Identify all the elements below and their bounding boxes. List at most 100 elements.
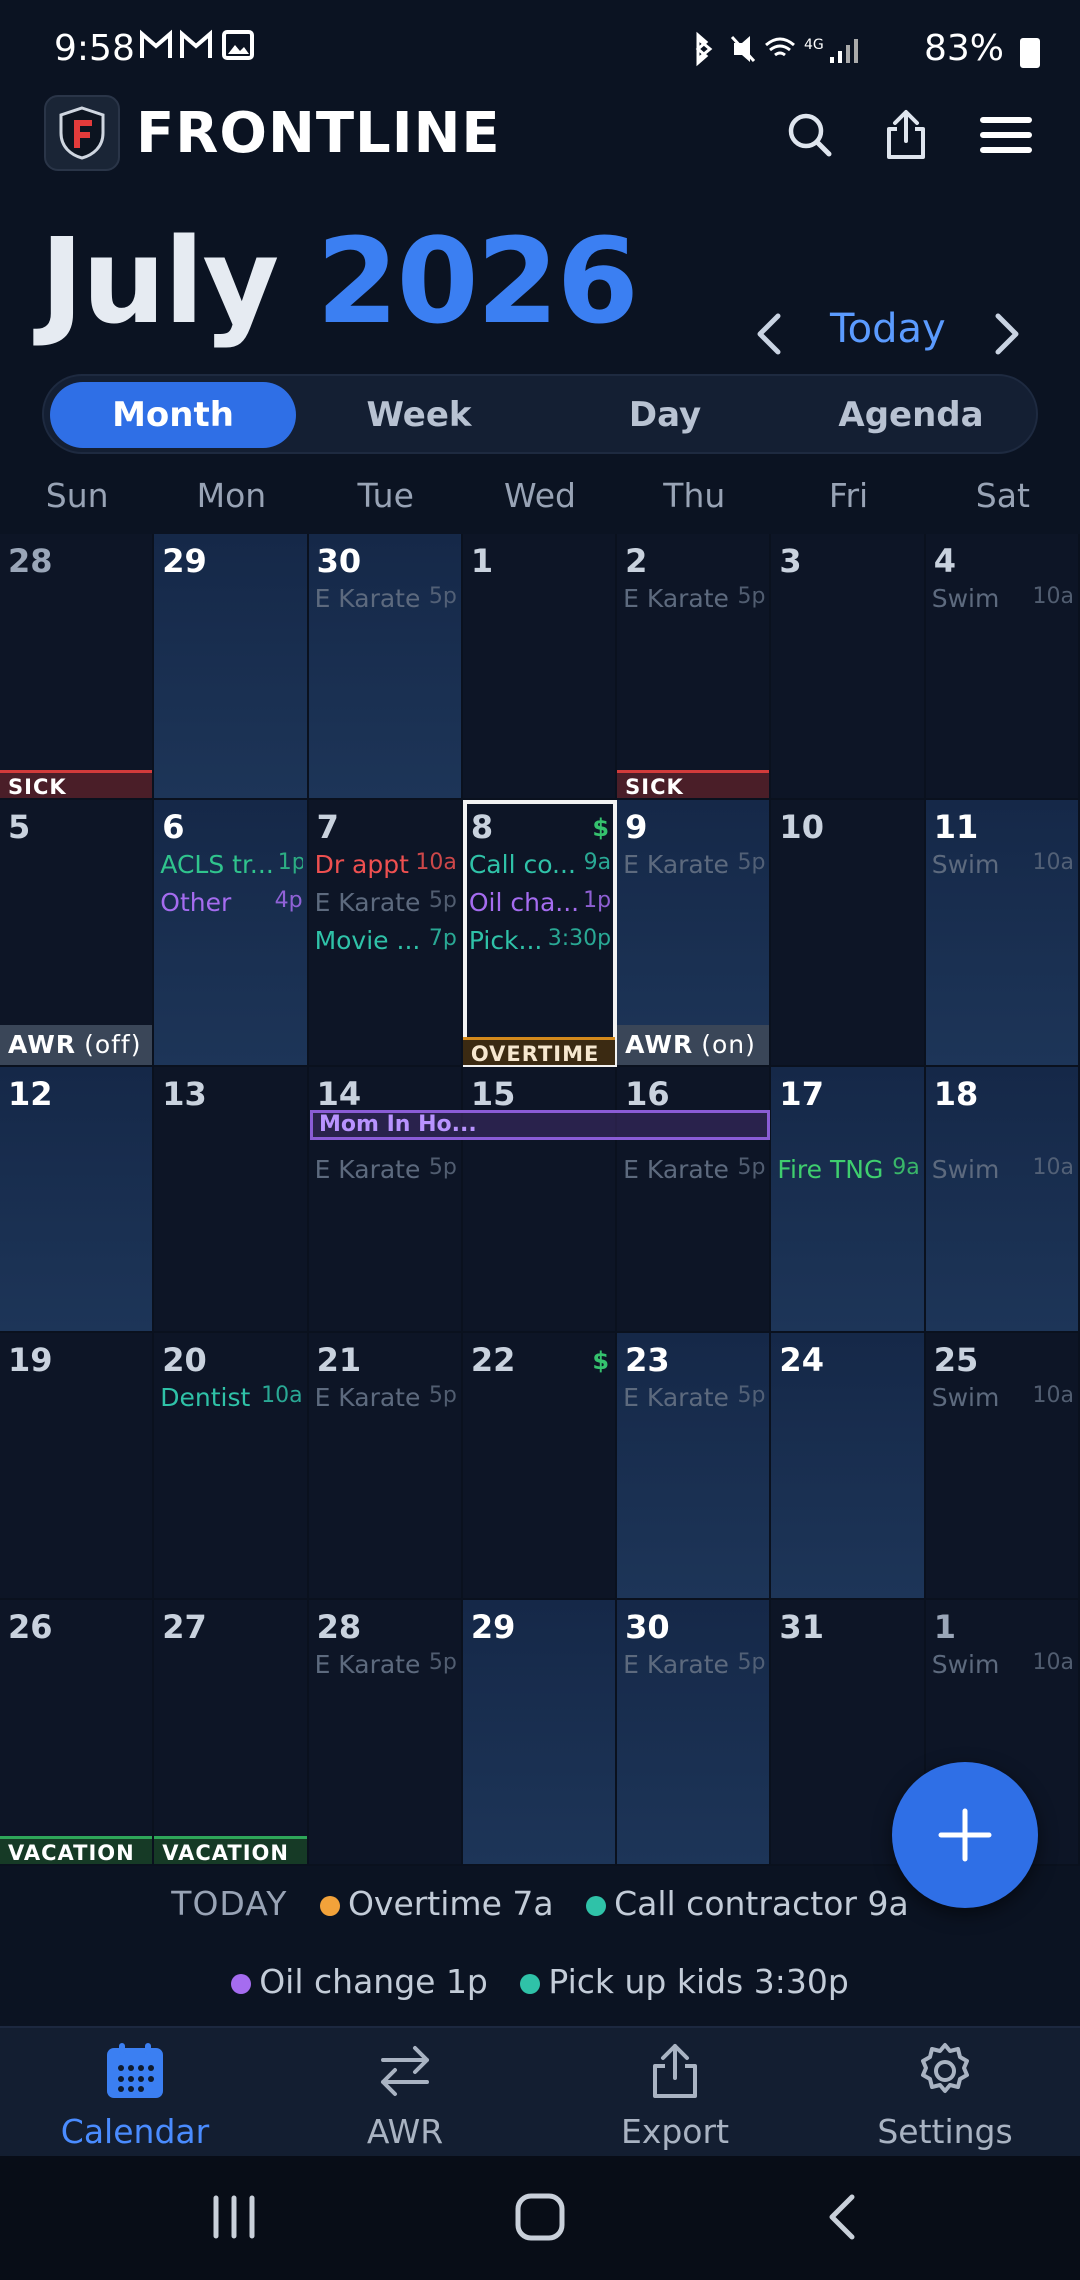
status-bar: 9:58 4G 83% — [0, 0, 1080, 100]
day-cell[interactable]: 27 VACATION — [154, 1599, 309, 1866]
day-cell[interactable]: 30 E Karate 5p — [617, 1599, 772, 1866]
calendar-event[interactable]: Dentist 10a — [160, 1383, 302, 1415]
day-cell[interactable]: 25 Swim 10a — [925, 1333, 1080, 1600]
previous-month-button[interactable] — [744, 306, 794, 362]
tab-week[interactable]: Week — [296, 382, 542, 448]
day-cell[interactable]: 8 $ Call co... 9a Oil cha... 1p Pick... 3:30p OV… — [462, 800, 618, 1067]
day-cell[interactable]: 18 Swim 10a — [925, 1066, 1080, 1334]
day-cell[interactable]: 15 — [462, 1066, 618, 1334]
day-cell[interactable]: 23 E Karate 5p — [617, 1333, 772, 1600]
sick-band[interactable]: SICK — [617, 770, 770, 799]
next-month-button[interactable] — [982, 306, 1032, 362]
calendar-event[interactable]: E Karate 5p — [623, 850, 765, 882]
day-cell[interactable]: 26 VACATION — [0, 1599, 155, 1866]
vac-band[interactable]: VACATION — [0, 1835, 153, 1864]
calendar-event[interactable]: E Karate 5p — [623, 1155, 765, 1187]
day-cell[interactable]: 22 $ — [462, 1333, 618, 1600]
calendar-event[interactable]: Swim 10a — [932, 1650, 1074, 1682]
calendar-event[interactable]: Swim 10a — [932, 1155, 1074, 1187]
home-button[interactable] — [512, 2190, 568, 2248]
nav-settings[interactable]: Settings — [810, 2042, 1080, 2151]
notification-icons — [140, 28, 258, 71]
event-time: 10a — [261, 1383, 303, 1409]
weekday-label: Thu — [663, 476, 726, 515]
day-cell[interactable]: 9E Karate 5p AWR (on) — [617, 800, 772, 1067]
calendar-event[interactable]: E Karate 5p — [315, 1155, 457, 1187]
day-number: 29 — [470, 1607, 516, 1646]
day-number: 1 — [470, 542, 494, 580]
calendar-event[interactable]: E Karate 5p — [315, 1383, 457, 1415]
calendar-event[interactable]: E Karate 5p — [623, 584, 765, 616]
summary-item[interactable]: Oil change 1p — [259, 1962, 488, 2001]
band-label: VACATION — [162, 1840, 289, 1865]
day-cell[interactable]: 11 Swim 10a — [925, 800, 1080, 1067]
day-cell[interactable]: 3 — [771, 534, 926, 801]
calendar-event[interactable]: Call co... 9a — [469, 850, 611, 882]
awr-band[interactable]: AWR (on) — [617, 1024, 770, 1065]
multi-day-event-bar[interactable]: Mom In Ho... — [310, 1110, 770, 1140]
back-button[interactable] — [822, 2192, 862, 2246]
calendar-event[interactable]: Swim 10a — [932, 1383, 1074, 1415]
add-event-button[interactable] — [892, 1762, 1038, 1908]
day-cell[interactable]: 4 Swim 10a — [925, 534, 1080, 801]
calendar-event[interactable]: Fire TNG 9a — [777, 1155, 919, 1187]
event-title: Dr appt — [314, 850, 409, 880]
calendar-event[interactable]: Oil cha... 1p — [469, 888, 611, 920]
day-cell[interactable]: 12 — [0, 1066, 155, 1334]
share-icon[interactable] — [876, 105, 936, 165]
day-number: 30 — [625, 1607, 670, 1646]
search-icon[interactable] — [780, 105, 840, 165]
day-cell[interactable]: 17 Fire TNG 9a — [771, 1066, 926, 1334]
day-cell[interactable]: 28 E Karate 5p — [308, 1599, 463, 1866]
vac-band[interactable]: VACATION — [154, 1835, 307, 1865]
day-cell[interactable]: 7 Dr appt 10a E Karate 5p Movie ... 7p — [308, 800, 463, 1067]
nav-export[interactable]: Export — [540, 2042, 810, 2151]
day-cell[interactable]: 30 E Karate 5p — [308, 534, 463, 801]
day-cell[interactable]: 2 E Karate 5p SICK — [617, 534, 772, 801]
day-cell[interactable]: 10 — [771, 800, 926, 1067]
calendar-event[interactable]: E Karate 5p — [315, 1650, 457, 1682]
day-cell[interactable]: 20 Dentist 10a — [154, 1333, 309, 1600]
calendar-event[interactable]: E Karate 5p — [623, 1383, 765, 1415]
battery-percent: 83% — [923, 28, 1004, 69]
calendar-event[interactable]: Movie ... 7p — [315, 926, 457, 958]
sick-band[interactable]: SICK — [0, 770, 153, 799]
calendar-event[interactable]: E Karate 5p — [623, 1650, 765, 1682]
tab-day[interactable]: Day — [542, 382, 788, 448]
calendar-event[interactable]: E Karate 5p — [315, 888, 457, 920]
calendar-event[interactable]: Pick... 3:30p — [469, 926, 611, 958]
day-cell[interactable]: 28 SICK — [0, 534, 155, 801]
calendar-event[interactable]: Swim 10a — [932, 584, 1074, 616]
calendar-event[interactable]: E Karate 5p — [315, 584, 457, 616]
today-button[interactable]: Today — [830, 306, 946, 352]
day-cell[interactable]: 6ACLS tr...1p Other 4p — [154, 800, 309, 1067]
day-cell[interactable]: 29 — [462, 1599, 618, 1866]
tab-month[interactable]: Month — [50, 382, 296, 448]
calendar-event[interactable]: Swim 10a — [932, 850, 1074, 882]
nav-calendar[interactable]: Calendar — [0, 2042, 270, 2151]
event-time: 1p — [583, 888, 612, 914]
day-cell[interactable]: 5 AWR (off) — [0, 800, 155, 1067]
day-cell[interactable]: 29 — [154, 534, 309, 801]
day-cell[interactable]: 21 E Karate 5p — [308, 1333, 463, 1600]
calendar-event[interactable]: Other 4p — [160, 888, 302, 920]
nav-awr[interactable]: AWR — [270, 2042, 540, 2151]
app-logo — [44, 95, 120, 171]
tab-agenda[interactable]: Agenda — [788, 382, 1034, 448]
summary-item[interactable]: Overtime 7a — [348, 1884, 554, 1923]
summary-item[interactable]: Call contractor 9a — [614, 1884, 909, 1923]
summary-item[interactable]: Pick up kids 3:30p — [548, 1962, 848, 2001]
calendar-event[interactable]: Dr appt 10a — [315, 850, 457, 882]
recents-button[interactable] — [206, 2192, 262, 2246]
calendar-event[interactable]: ACLS tr...1p — [160, 850, 302, 882]
day-cell[interactable]: 13 — [154, 1066, 309, 1334]
awr-band[interactable]: AWR (off) — [0, 1024, 153, 1065]
day-cell[interactable]: 19 — [0, 1333, 155, 1600]
day-cell[interactable]: 14 E Karate 5p — [308, 1066, 463, 1334]
day-cell[interactable]: 16 E Karate 5p — [617, 1066, 772, 1334]
day-cell[interactable]: 24 — [771, 1333, 926, 1600]
day-cell[interactable]: 1 — [462, 534, 618, 801]
weekday-label: Sun — [45, 476, 109, 515]
ot-band[interactable]: OVERTIME — [462, 1036, 616, 1065]
menu-icon[interactable] — [976, 105, 1036, 165]
